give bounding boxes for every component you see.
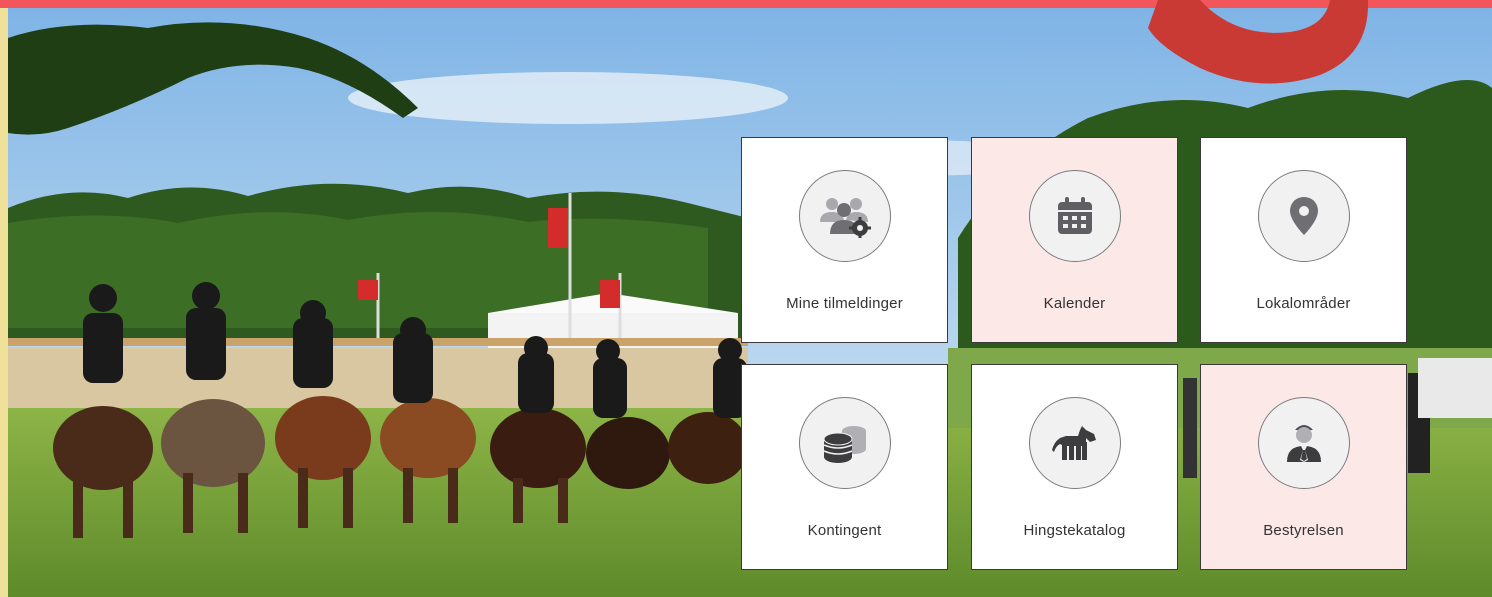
- person-tie-icon: [1257, 397, 1350, 489]
- coins-icon: [798, 397, 891, 489]
- tile-mine-tilmeldinger[interactable]: Mine tilmeldinger: [741, 137, 948, 343]
- tile-label: Lokalområder: [1256, 295, 1351, 312]
- horse-icon: [1028, 397, 1121, 489]
- tile-label: Mine tilmeldinger: [786, 295, 903, 312]
- tile-kalender[interactable]: Kalender: [971, 137, 1178, 343]
- page-root: Mine tilmeldinger Kalender Lokalområder …: [0, 0, 1492, 597]
- logo-fragment: [1148, 0, 1369, 84]
- tile-kontingent[interactable]: Kontingent: [741, 364, 948, 570]
- tile-label: Kalender: [1043, 295, 1106, 312]
- left-edge-strip: [0, 0, 8, 597]
- tile-label: Kontingent: [807, 522, 882, 539]
- users-gear-icon: [798, 170, 891, 262]
- calendar-icon: [1028, 170, 1121, 262]
- tile-lokalomrader[interactable]: Lokalområder: [1200, 137, 1407, 343]
- map-pin-icon: [1257, 170, 1350, 262]
- tile-label: Bestyrelsen: [1263, 522, 1344, 539]
- tile-hingstekatalog[interactable]: Hingstekatalog: [971, 364, 1178, 570]
- tile-label: Hingstekatalog: [1023, 522, 1126, 539]
- tile-bestyrelsen[interactable]: Bestyrelsen: [1200, 364, 1407, 570]
